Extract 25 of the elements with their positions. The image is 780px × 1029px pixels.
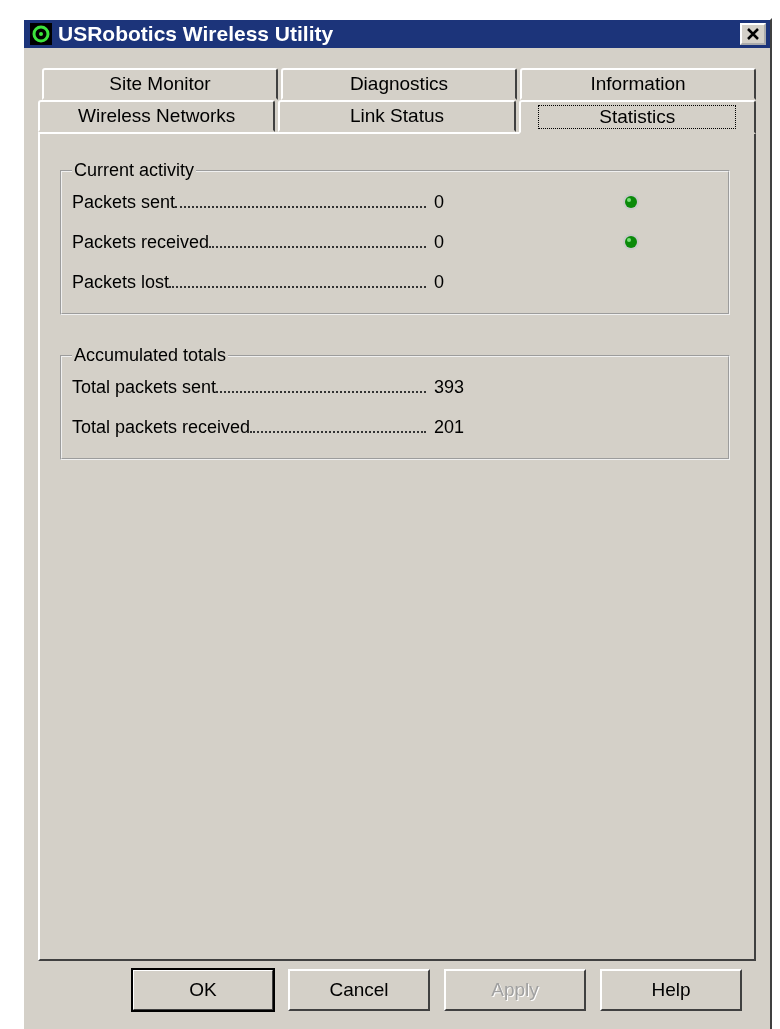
window-title: USRobotics Wireless Utility <box>58 22 335 46</box>
close-icon <box>746 28 760 40</box>
stat-label: Total packets sent <box>72 376 217 398</box>
stat-label: Packets sent <box>72 191 176 213</box>
tab[interactable]: Diagnostics <box>281 68 517 100</box>
stat-label: Total packets received <box>72 416 251 438</box>
stat-label: Packets received <box>72 231 210 253</box>
stat-value: 393 <box>434 376 466 398</box>
stat-value: 0 <box>434 231 445 253</box>
tab[interactable]: Wireless Networks <box>38 100 276 132</box>
close-button[interactable] <box>740 23 766 45</box>
tab[interactable]: Information <box>520 68 756 100</box>
ring-logo-icon <box>30 23 52 45</box>
dialog-button[interactable]: Cancel <box>288 969 430 1011</box>
tab[interactable]: Site Monitor <box>42 68 278 100</box>
dialog-button[interactable]: OK <box>132 969 274 1011</box>
tab[interactable]: Link Status <box>278 100 516 132</box>
stat-label: Packets lost <box>72 271 170 293</box>
tab[interactable]: Statistics <box>518 100 756 134</box>
stat-value: 0 <box>434 271 445 293</box>
stat-value: 201 <box>434 416 466 438</box>
stat-value: 0 <box>434 191 445 213</box>
group-title: Current activity <box>73 160 196 181</box>
dialog-button[interactable]: Help <box>600 969 742 1011</box>
group-title: Accumulated totals <box>73 345 228 366</box>
